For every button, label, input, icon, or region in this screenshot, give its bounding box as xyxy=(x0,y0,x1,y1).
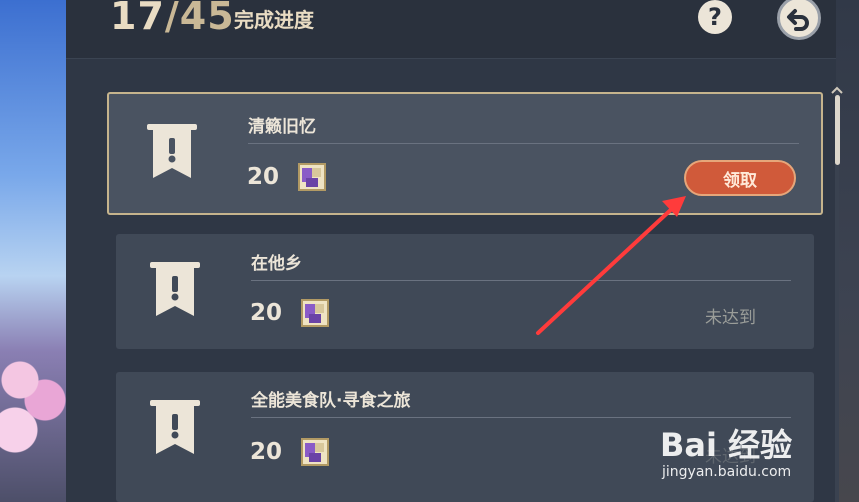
banner-icon xyxy=(147,124,197,178)
background-right-edge xyxy=(836,0,859,502)
reward-amount: 20 xyxy=(250,439,283,465)
title-divider xyxy=(251,280,791,281)
progress-count: 17/45 xyxy=(110,0,235,38)
scrollbar-thumb[interactable] xyxy=(835,95,840,165)
watermark-url: jingyan.baidu.com xyxy=(662,464,792,480)
help-button[interactable]: ? xyxy=(698,0,732,34)
reward-amount: 20 xyxy=(247,164,280,190)
achievement-title: 全能美食队·寻食之旅 xyxy=(251,391,411,411)
primogem-reward-icon xyxy=(301,438,329,466)
achievement-card[interactable]: 清籁旧忆 20 领取 xyxy=(107,92,823,215)
header-bar: 17/45 完成进度 ? xyxy=(66,0,836,58)
progress-label: 完成进度 xyxy=(234,8,314,32)
title-divider xyxy=(251,417,791,418)
claim-button[interactable]: 领取 xyxy=(684,160,796,196)
primogem-reward-icon xyxy=(298,163,326,191)
baidu-watermark: Bai 经验 jingyan.baidu.com xyxy=(660,420,820,490)
banner-icon xyxy=(150,400,200,454)
background-scenery xyxy=(0,0,66,502)
watermark-main: Bai 经验 xyxy=(660,426,793,464)
header-divider xyxy=(66,58,836,59)
reward-amount: 20 xyxy=(250,300,283,326)
progress-separator: / xyxy=(164,0,180,38)
banner-icon xyxy=(150,262,200,316)
title-divider xyxy=(248,143,799,144)
achievement-card: 在他乡 20 未达到 xyxy=(116,234,814,349)
progress-total: 45 xyxy=(179,0,235,38)
claim-button-label: 领取 xyxy=(723,170,757,191)
achievement-title: 在他乡 xyxy=(251,254,302,274)
question-icon: ? xyxy=(708,3,722,31)
back-arrow-icon xyxy=(787,9,809,31)
status-not-reached: 未达到 xyxy=(705,308,756,328)
scroll-up-icon[interactable] xyxy=(831,86,843,94)
progress-current: 17 xyxy=(110,0,165,38)
primogem-reward-icon xyxy=(301,299,329,327)
achievement-title: 清籁旧忆 xyxy=(248,117,316,137)
back-button[interactable] xyxy=(777,0,821,40)
